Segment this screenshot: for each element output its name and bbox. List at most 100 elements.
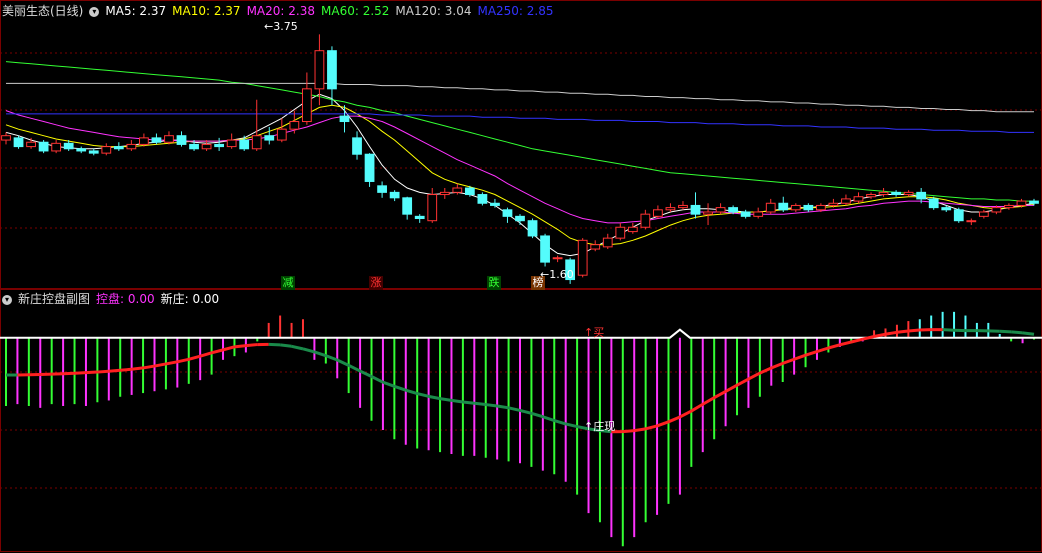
candle-body — [740, 211, 751, 217]
candle-body — [1016, 200, 1027, 206]
candle-body — [991, 207, 1002, 213]
dropdown-icon[interactable]: ▾ — [89, 6, 100, 17]
kongpan-trend-segment — [131, 366, 144, 371]
chart-canvas — [0, 0, 1042, 552]
kongpan-trend-segment — [747, 371, 761, 381]
candle-body — [176, 135, 187, 145]
kongpan-trend-segment — [393, 384, 407, 392]
candle-body — [515, 215, 525, 222]
kongpan-trend-segment — [188, 354, 201, 361]
kongpan-trend-segment — [245, 343, 258, 348]
buy-label: ↑买 — [584, 326, 605, 339]
candle-body — [853, 196, 864, 202]
high-price-label: ←3.75 — [264, 20, 298, 33]
ma60-label: MA60: 2.52 — [321, 4, 390, 18]
kongpan-trend-segment — [942, 328, 955, 332]
signal-zhang: 涨 — [369, 276, 383, 290]
kongpan-trend-segment — [690, 402, 704, 413]
candle-body — [590, 244, 601, 250]
kongpan-trend-segment — [336, 358, 350, 367]
candle-body — [364, 153, 375, 182]
candle-body — [1, 135, 11, 141]
ma-line-ma250 — [6, 113, 1034, 133]
candle-body — [13, 137, 24, 148]
candle-body — [941, 207, 952, 211]
candle-body — [552, 257, 563, 260]
kongpan-trend-segment — [805, 350, 818, 357]
candle-body — [164, 135, 174, 143]
kongpan-trend-segment — [839, 340, 852, 347]
xinzhuang-label: 新庄: 0.00 — [160, 292, 220, 306]
candle-body — [540, 235, 550, 263]
kongpan-trend-segment — [645, 424, 658, 431]
candle-body — [26, 141, 36, 148]
candle-body — [765, 202, 776, 213]
candle-body — [189, 143, 199, 150]
kongpan-trend-segment — [850, 337, 864, 344]
kongpan-trend-segment — [347, 363, 361, 373]
candle-body — [88, 150, 99, 154]
candle-body — [753, 211, 764, 217]
candle-body — [214, 143, 225, 148]
candle-body — [490, 202, 500, 206]
kongpan-label: 控盘: 0.00 — [96, 292, 155, 306]
kongpan-trend-segment — [816, 346, 829, 353]
kongpan-trend-segment — [656, 420, 669, 428]
sub-legend: ▾ 新庄控盘副图 控盘: 0.00 新庄: 0.00 — [2, 290, 225, 308]
candle-body — [891, 191, 901, 196]
kongpan-trend-segment — [896, 329, 909, 334]
candle-body — [289, 121, 300, 130]
candle-body — [928, 198, 939, 209]
candle-body — [113, 146, 124, 150]
kongpan-trend-segment — [999, 329, 1012, 334]
kongpan-trend-segment — [302, 347, 315, 354]
candle-body — [903, 191, 914, 196]
candle-body — [51, 142, 62, 152]
candle-body — [778, 202, 789, 211]
low-price-label: ←1.60 — [540, 268, 574, 281]
kongpan-trend-segment — [885, 330, 898, 336]
ma120-label: MA120: 3.04 — [395, 4, 472, 18]
candle-body — [602, 237, 613, 248]
candle-body — [389, 191, 400, 199]
kongpan-trend-segment — [542, 415, 555, 422]
kongpan-trend-segment — [462, 400, 475, 405]
candle-body — [101, 146, 112, 154]
kongpan-trend-segment — [428, 394, 441, 401]
kongpan-trend-segment — [496, 404, 509, 410]
kongpan-trend-segment — [1022, 331, 1035, 336]
candle-body — [439, 191, 450, 196]
kongpan-trend-segment — [702, 396, 715, 406]
kongpan-trend-segment — [439, 397, 452, 402]
kongpan-trend-segment — [827, 343, 841, 350]
kongpan-trend-segment — [211, 348, 224, 355]
kongpan-trend-segment — [199, 351, 213, 358]
ma10-label: MA10: 2.37 — [172, 4, 241, 18]
candle-body — [464, 187, 475, 196]
kongpan-trend-segment — [108, 368, 121, 373]
kongpan-trend-segment — [291, 344, 304, 351]
signal-die: 跌 — [487, 276, 501, 290]
dropdown-icon[interactable]: ▾ — [2, 294, 12, 305]
candle-body — [239, 139, 250, 150]
candle-body — [352, 137, 362, 155]
candle-body — [841, 198, 851, 204]
kongpan-trend-segment — [234, 344, 247, 349]
candle-body — [640, 213, 651, 228]
kongpan-trend-segment — [279, 343, 292, 348]
candle-body — [151, 137, 162, 143]
kongpan-trend-segment — [74, 371, 87, 375]
ma-line-ma20 — [5, 110, 1034, 224]
candle-body — [966, 220, 977, 223]
ma250-label: MA250: 2.85 — [477, 4, 554, 18]
candle-body — [665, 207, 676, 211]
sub-title: 新庄控盘副图 — [18, 292, 91, 306]
candle-body — [402, 197, 413, 215]
kongpan-trend-segment — [405, 388, 418, 395]
kongpan-trend-segment — [679, 409, 693, 419]
candle-body — [339, 115, 350, 123]
kongpan-trend-segment — [120, 367, 132, 372]
kongpan-trend-segment — [177, 357, 190, 364]
kongpan-trend-segment — [565, 422, 578, 429]
candle-body — [815, 204, 826, 211]
